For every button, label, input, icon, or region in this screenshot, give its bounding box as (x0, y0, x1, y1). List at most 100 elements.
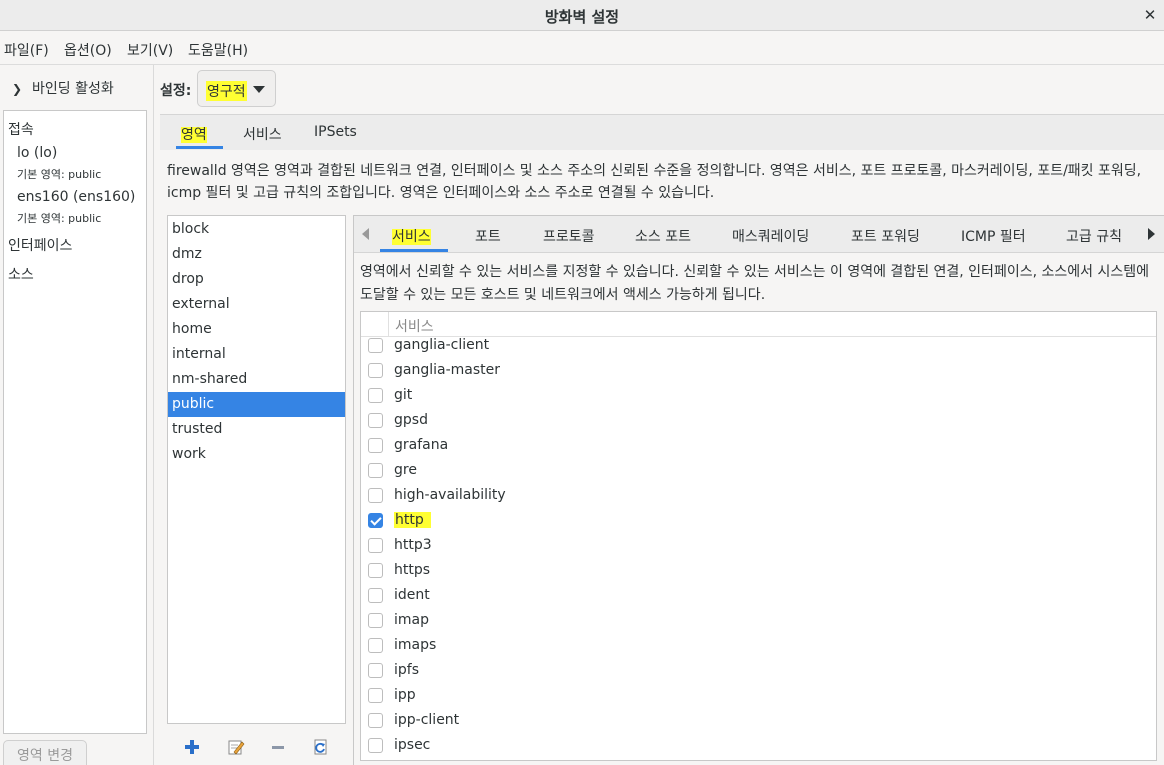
active-subtab-indicator (380, 249, 448, 252)
interfaces-header[interactable]: 인터페이스 (8, 235, 72, 255)
table-row[interactable]: ipfs (361, 662, 1156, 687)
service-name: gre (394, 462, 417, 478)
service-name: gpsd (394, 412, 428, 428)
service-checkbox-checked[interactable] (368, 513, 383, 528)
reload-icon[interactable] (311, 737, 331, 757)
service-name: imaps (394, 637, 437, 653)
subtab-source-ports[interactable]: 소스 포트 (635, 226, 691, 246)
table-row[interactable]: ipp-client (361, 712, 1156, 737)
service-checkbox[interactable] (368, 338, 383, 353)
menu-options[interactable]: 옵션(O) (64, 40, 112, 60)
service-checkbox[interactable] (368, 438, 383, 453)
connection-lo[interactable]: lo (lo) (17, 145, 57, 161)
add-icon[interactable] (182, 737, 202, 757)
service-checkbox[interactable] (368, 538, 383, 553)
service-checkbox[interactable] (368, 663, 383, 678)
table-row[interactable]: ident (361, 587, 1156, 612)
table-row[interactable]: imap (361, 612, 1156, 637)
remove-icon[interactable] (268, 737, 288, 757)
zone-settings-tab-bar: 서비스 포트 프로토콜 소스 포트 매스쿼레이딩 포트 포워딩 ICMP 필터 … (354, 216, 1164, 253)
zone-item-block[interactable]: block (168, 217, 345, 242)
table-row[interactable]: ipsec (361, 737, 1156, 760)
zone-item-trusted[interactable]: trusted (168, 417, 345, 442)
service-name: ipfs (394, 662, 419, 678)
table-row[interactable]: high-availability (361, 487, 1156, 512)
title-bar: 방화벽 설정 ✕ (0, 0, 1164, 31)
table-row[interactable]: http (361, 512, 1156, 537)
zone-description: firewalld 영역은 영역과 결합된 네트워크 연결, 인터페이스 및 소… (167, 163, 1142, 201)
zone-item-home[interactable]: home (168, 317, 345, 342)
table-row[interactable]: gpsd (361, 412, 1156, 437)
subtab-ports[interactable]: 포트 (475, 226, 501, 246)
close-icon[interactable]: ✕ (1140, 4, 1160, 26)
service-checkbox[interactable] (368, 388, 383, 403)
connection-ens160[interactable]: ens160 (ens160) (17, 189, 135, 205)
table-row[interactable]: https (361, 562, 1156, 587)
checkbox-column-header[interactable] (361, 312, 389, 337)
zone-toolbar (167, 734, 346, 760)
zone-item-nm-shared[interactable]: nm-shared (168, 367, 345, 392)
service-name: http3 (394, 537, 432, 553)
table-row[interactable]: imaps (361, 637, 1156, 662)
menu-file[interactable]: 파일(F) (4, 40, 49, 60)
service-checkbox[interactable] (368, 563, 383, 578)
scroll-left-icon[interactable] (362, 228, 369, 240)
service-checkbox[interactable] (368, 488, 383, 503)
table-row[interactable]: ipp (361, 687, 1156, 712)
connections-header: 접속 (8, 122, 34, 138)
service-name: grafana (394, 437, 449, 453)
service-name: ganglia-master (394, 362, 501, 378)
subtab-protocols[interactable]: 프로토콜 (543, 226, 595, 246)
window-title: 방화벽 설정 (544, 8, 620, 26)
service-checkbox[interactable] (368, 613, 383, 628)
zone-item-public[interactable]: public (168, 392, 345, 417)
zone-item-external[interactable]: external (168, 292, 345, 317)
binding-panel: 접속 lo (lo) 기본 영역: public ens160 (ens160)… (3, 110, 147, 734)
sources-header[interactable]: 소스 (8, 264, 34, 284)
tab-zones[interactable]: 영역 (181, 124, 207, 144)
table-row[interactable]: ganglia-master (361, 362, 1156, 387)
service-checkbox[interactable] (368, 363, 383, 378)
table-row[interactable]: gre (361, 462, 1156, 487)
service-checkbox[interactable] (368, 463, 383, 478)
zone-item-internal[interactable]: internal (168, 342, 345, 367)
service-checkbox[interactable] (368, 738, 383, 753)
subtab-masquerading[interactable]: 매스쿼레이딩 (732, 226, 809, 246)
binding-label: 바인딩 활성화 (32, 81, 114, 97)
subtab-rich-rules[interactable]: 고급 규칙 (1066, 226, 1122, 246)
service-name: http (394, 512, 431, 528)
tab-services[interactable]: 서비스 (243, 124, 282, 144)
service-checkbox[interactable] (368, 688, 383, 703)
zone-item-drop[interactable]: drop (168, 267, 345, 292)
tab-ipsets[interactable]: IPSets (314, 124, 357, 140)
zone-item-dmz[interactable]: dmz (168, 242, 345, 267)
configuration-dropdown[interactable]: 영구적 (197, 70, 276, 107)
menu-view[interactable]: 보기(V) (127, 40, 173, 60)
configuration-label: 설정: (160, 83, 192, 99)
table-row[interactable]: git (361, 387, 1156, 412)
edit-icon[interactable] (226, 737, 246, 757)
connection-lo-zone: 기본 영역: public (17, 168, 102, 181)
subtab-services[interactable]: 서비스 (392, 226, 431, 246)
service-name: high-availability (394, 487, 506, 503)
service-column-header[interactable]: 서비스 (395, 316, 434, 336)
change-zone-button[interactable]: 영역 변경 (3, 740, 87, 765)
table-row[interactable]: ganglia-client (361, 337, 1156, 362)
binding-expander[interactable]: ❯ 바인딩 활성화 (12, 78, 114, 98)
subtab-port-forwarding[interactable]: 포트 포워딩 (851, 226, 920, 246)
connection-ens160-zone: 기본 영역: public (17, 212, 102, 225)
subtab-icmp-filter[interactable]: ICMP 필터 (961, 226, 1026, 246)
panel-divider[interactable] (153, 65, 154, 765)
zone-item-work[interactable]: work (168, 442, 345, 467)
services-description: 영역에서 신뢰할 수 있는 서비스를 지정할 수 있습니다. 신뢰할 수 있는 … (360, 264, 1149, 303)
scroll-right-icon[interactable] (1148, 228, 1155, 240)
service-checkbox[interactable] (368, 713, 383, 728)
configuration-value: 영구적 (206, 81, 247, 101)
service-name: ipp-client (394, 712, 460, 728)
service-checkbox[interactable] (368, 588, 383, 603)
service-checkbox[interactable] (368, 413, 383, 428)
table-row[interactable]: http3 (361, 537, 1156, 562)
table-row[interactable]: grafana (361, 437, 1156, 462)
service-checkbox[interactable] (368, 638, 383, 653)
menu-help[interactable]: 도움말(H) (188, 40, 248, 60)
